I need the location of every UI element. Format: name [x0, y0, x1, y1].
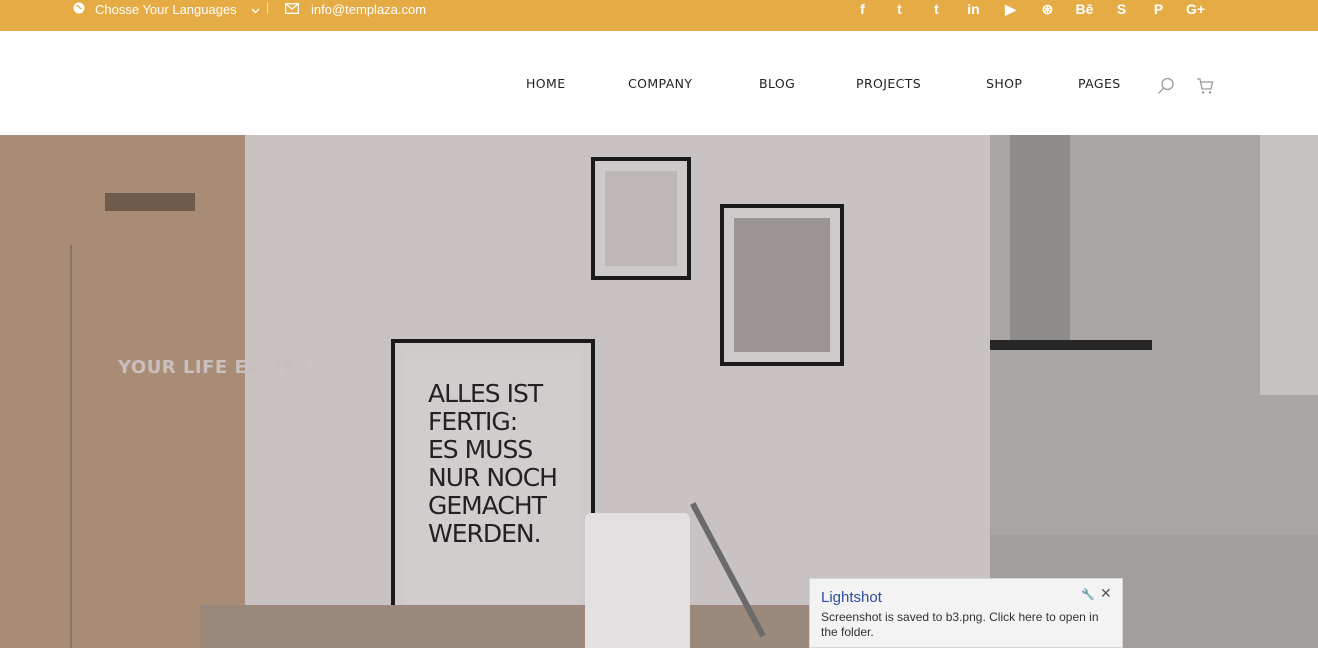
poster-line: WERDEN. — [428, 519, 542, 548]
twitter-icon[interactable]: t — [881, 1, 918, 17]
google-plus-icon[interactable]: G+ — [1177, 1, 1214, 17]
behance-icon[interactable]: Bē — [1066, 1, 1103, 17]
poster-line: ALLES IST — [428, 379, 543, 408]
search-icon[interactable] — [1157, 77, 1175, 100]
hero-door — [70, 245, 72, 648]
lightshot-notification[interactable]: Lightshot 🔧 ✕ Screenshot is saved to b3.… — [809, 578, 1123, 648]
close-icon[interactable]: ✕ — [1100, 585, 1112, 602]
poster-line: FERTIG: — [428, 407, 518, 436]
wrench-icon[interactable]: 🔧 — [1081, 588, 1095, 601]
envelope-icon — [285, 2, 299, 17]
email-link[interactable]: info@templaza.com — [285, 0, 426, 18]
globe-icon — [73, 2, 85, 17]
picture-frame — [720, 204, 844, 366]
main-nav: HOME COMPANY BLOG PROJECTS SHOP PAGES — [0, 76, 1318, 96]
email-text[interactable]: info@templaza.com — [311, 2, 426, 17]
chevron-down-icon[interactable] — [251, 2, 260, 17]
picture-frame — [591, 157, 691, 280]
hero-shelf — [105, 193, 195, 211]
hero-wall-left — [0, 135, 245, 648]
skype-icon[interactable]: S — [1103, 1, 1140, 17]
nav-blog[interactable]: BLOG — [759, 76, 795, 91]
poster-text: ALLES IST FERTIG: ES MUSS NUR NOCH GEMAC… — [428, 379, 558, 548]
divider — [267, 2, 268, 14]
nav-projects[interactable]: PROJECTS — [856, 76, 921, 91]
top-bar: Chosse Your Languages info@templaza.com … — [0, 0, 1318, 31]
nav-company[interactable]: COMPANY — [628, 76, 692, 91]
hero-candle — [585, 513, 690, 648]
nav-shop[interactable]: SHOP — [986, 76, 1022, 91]
notification-title[interactable]: Lightshot — [821, 589, 882, 606]
hero-cabinet — [1260, 135, 1318, 395]
facebook-icon[interactable]: f — [844, 1, 881, 17]
youtube-icon[interactable]: ▶ — [992, 1, 1029, 18]
poster-line: NUR NOCH — [428, 463, 558, 492]
hero-banner: ALLES IST FERTIG: ES MUSS NUR NOCH GEMAC… — [0, 135, 1318, 648]
language-label[interactable]: Chosse Your Languages — [95, 2, 237, 17]
linkedin-icon[interactable]: in — [955, 1, 992, 17]
social-links: f t t in ▶ ⊛ Bē S P G+ — [844, 0, 1214, 18]
nav-pages[interactable]: PAGES — [1078, 76, 1121, 91]
tumblr-icon[interactable]: t — [918, 1, 955, 17]
hero-tagline: YOUR LIFE EASIER — [118, 357, 310, 378]
nav-home[interactable]: HOME — [526, 76, 566, 91]
pinterest-icon[interactable]: P — [1140, 1, 1177, 17]
hero-range-hood-base — [990, 340, 1152, 350]
notification-message[interactable]: Screenshot is saved to b3.png. Click her… — [821, 610, 1117, 640]
hero-range-hood — [1010, 135, 1070, 340]
cart-icon[interactable] — [1196, 77, 1214, 100]
language-selector[interactable]: Chosse Your Languages — [73, 0, 260, 18]
poster-line: GEMACHT — [428, 491, 547, 520]
poster-line: ES MUSS — [428, 435, 533, 464]
dribbble-icon[interactable]: ⊛ — [1029, 1, 1066, 18]
site-header: HOME COMPANY BLOG PROJECTS SHOP PAGES — [0, 31, 1318, 135]
